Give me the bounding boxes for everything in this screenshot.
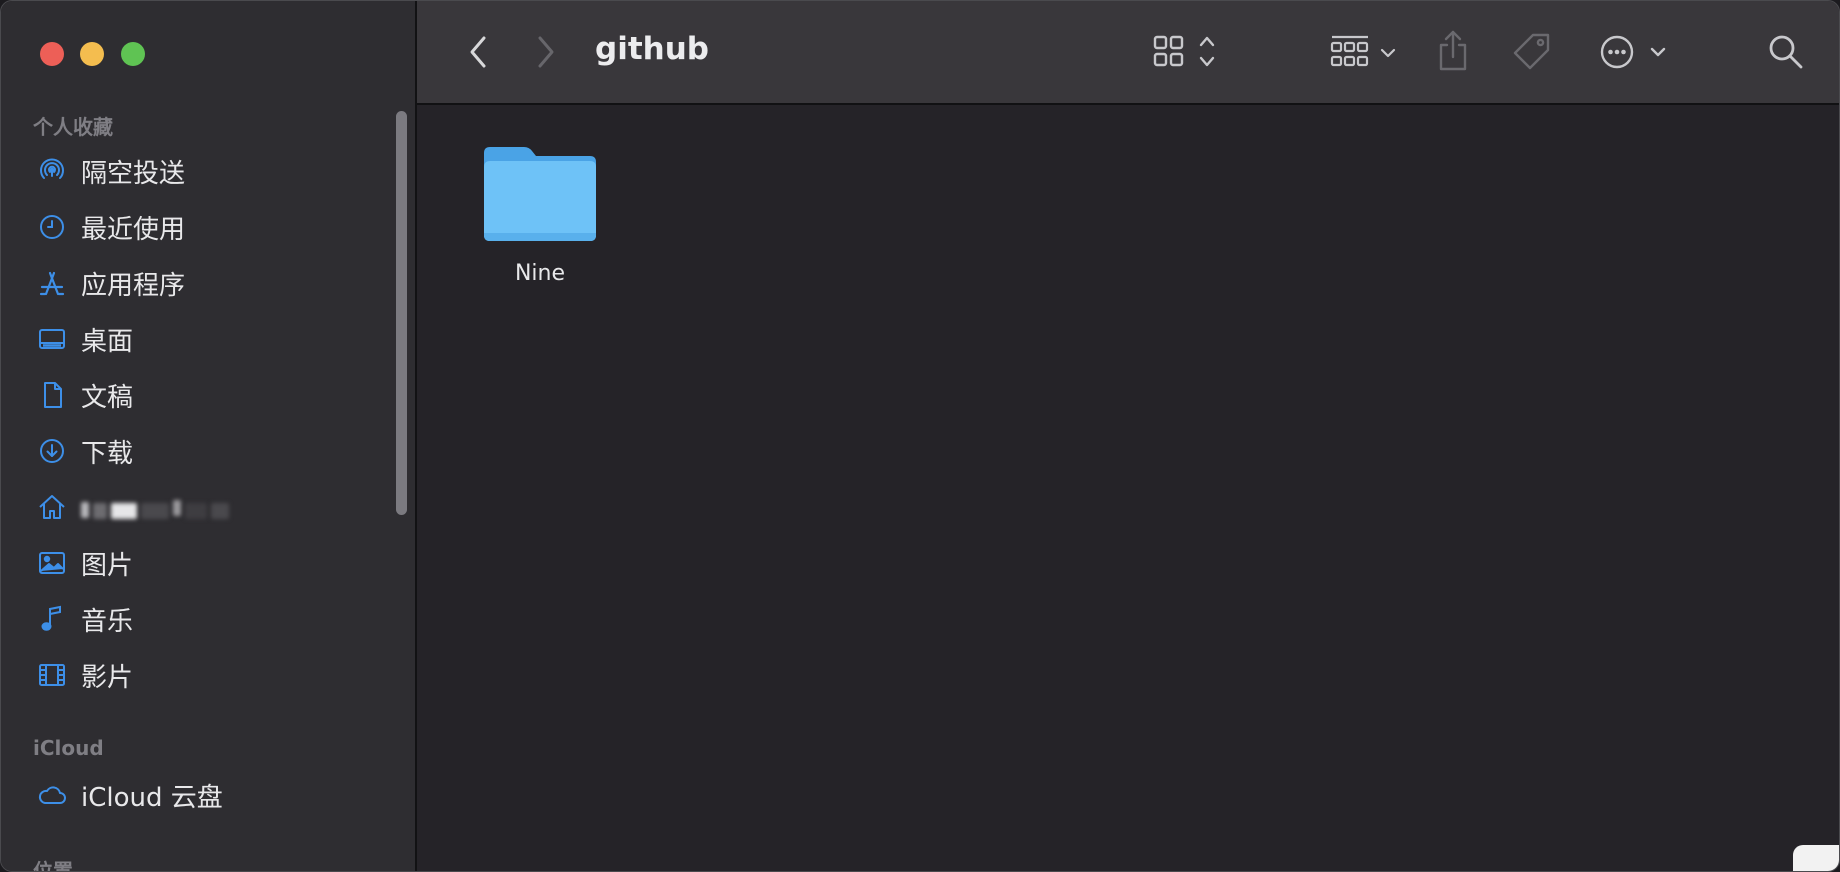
sidebar-item-label: 最近使用 bbox=[81, 214, 186, 245]
sidebar-item-applications[interactable]: 应用程序 bbox=[35, 261, 385, 305]
finder-window: 个人收藏 隔空投送 最近使用 应用程序 桌面 文稿 下载 图片 音乐 影片 iC… bbox=[0, 0, 1840, 872]
download-icon bbox=[35, 434, 69, 468]
sidebar-item-documents[interactable]: 文稿 bbox=[35, 373, 385, 417]
folder-name: Nine bbox=[514, 261, 566, 286]
folder-item[interactable]: Nine bbox=[475, 143, 605, 286]
minimize-window-button[interactable] bbox=[80, 42, 104, 66]
sidebar-item-label: 桌面 bbox=[81, 326, 134, 357]
cloud-icon bbox=[35, 778, 69, 812]
home-icon bbox=[35, 490, 69, 524]
sidebar-scrollbar[interactable] bbox=[396, 111, 407, 515]
music-icon bbox=[35, 602, 69, 636]
sidebar-item-label: 下载 bbox=[81, 438, 134, 469]
corner-overlay bbox=[1793, 845, 1839, 871]
clock-icon bbox=[35, 210, 69, 244]
view-mode-button[interactable] bbox=[1151, 31, 1231, 73]
chevron-left-icon bbox=[470, 36, 486, 68]
window-title: github bbox=[595, 31, 709, 67]
movies-icon bbox=[35, 658, 69, 692]
back-button[interactable] bbox=[461, 33, 495, 71]
sidebar-item-desktop[interactable]: 桌面 bbox=[35, 317, 385, 361]
sidebar-item-label: 图片 bbox=[81, 550, 134, 581]
search-icon bbox=[1769, 35, 1803, 69]
favorites-section-title: 个人收藏 bbox=[33, 115, 113, 139]
tag-button[interactable] bbox=[1511, 31, 1553, 73]
icloud-section-title: iCloud bbox=[33, 736, 104, 760]
grid-view-icon bbox=[1153, 35, 1215, 67]
sidebar-item-airdrop[interactable]: 隔空投送 bbox=[35, 149, 385, 193]
sidebar-item-recents[interactable]: 最近使用 bbox=[35, 205, 385, 249]
close-window-button[interactable] bbox=[40, 42, 64, 66]
sidebar-item-music[interactable]: 音乐 bbox=[35, 597, 385, 641]
sidebar-item-icloud-drive[interactable]: iCloud 云盘 bbox=[35, 773, 385, 817]
applications-icon bbox=[35, 266, 69, 300]
folder-icon bbox=[484, 147, 596, 241]
sidebar-item-label: 文稿 bbox=[81, 382, 134, 413]
pictures-icon bbox=[35, 546, 69, 580]
sidebar-item-movies[interactable]: 影片 bbox=[35, 653, 385, 697]
airdrop-icon bbox=[35, 154, 69, 188]
document-icon bbox=[35, 378, 69, 412]
zoom-window-button[interactable] bbox=[121, 42, 145, 66]
sidebar-item-label: 应用程序 bbox=[81, 270, 186, 301]
sidebar-item-label: 影片 bbox=[81, 662, 134, 693]
sidebar-item-label: iCloud 云盘 bbox=[81, 782, 223, 813]
toolbar: github bbox=[417, 1, 1839, 105]
sidebar-item-downloads[interactable]: 下载 bbox=[35, 429, 385, 473]
sidebar: 个人收藏 隔空投送 最近使用 应用程序 桌面 文稿 下载 图片 音乐 影片 iC… bbox=[1, 1, 417, 871]
tag-icon bbox=[1513, 33, 1550, 70]
sidebar-item-label: 音乐 bbox=[81, 606, 134, 637]
group-icon bbox=[1330, 35, 1396, 67]
desktop-icon bbox=[35, 322, 69, 356]
redacted-label bbox=[81, 495, 229, 519]
ellipsis-circle-icon bbox=[1600, 35, 1666, 69]
sidebar-item-label: 隔空投送 bbox=[81, 158, 186, 189]
file-browser[interactable]: Nine bbox=[417, 105, 1839, 871]
group-by-button[interactable] bbox=[1327, 31, 1399, 73]
search-button[interactable] bbox=[1765, 31, 1807, 73]
locations-section-title: 位置 bbox=[33, 859, 73, 872]
share-button[interactable] bbox=[1435, 29, 1471, 73]
share-icon bbox=[1439, 30, 1467, 71]
forward-button[interactable] bbox=[529, 33, 563, 71]
more-actions-button[interactable] bbox=[1597, 31, 1681, 73]
chevron-right-icon bbox=[538, 36, 554, 68]
sidebar-item-pictures[interactable]: 图片 bbox=[35, 541, 385, 585]
sidebar-item-home[interactable] bbox=[35, 485, 385, 529]
